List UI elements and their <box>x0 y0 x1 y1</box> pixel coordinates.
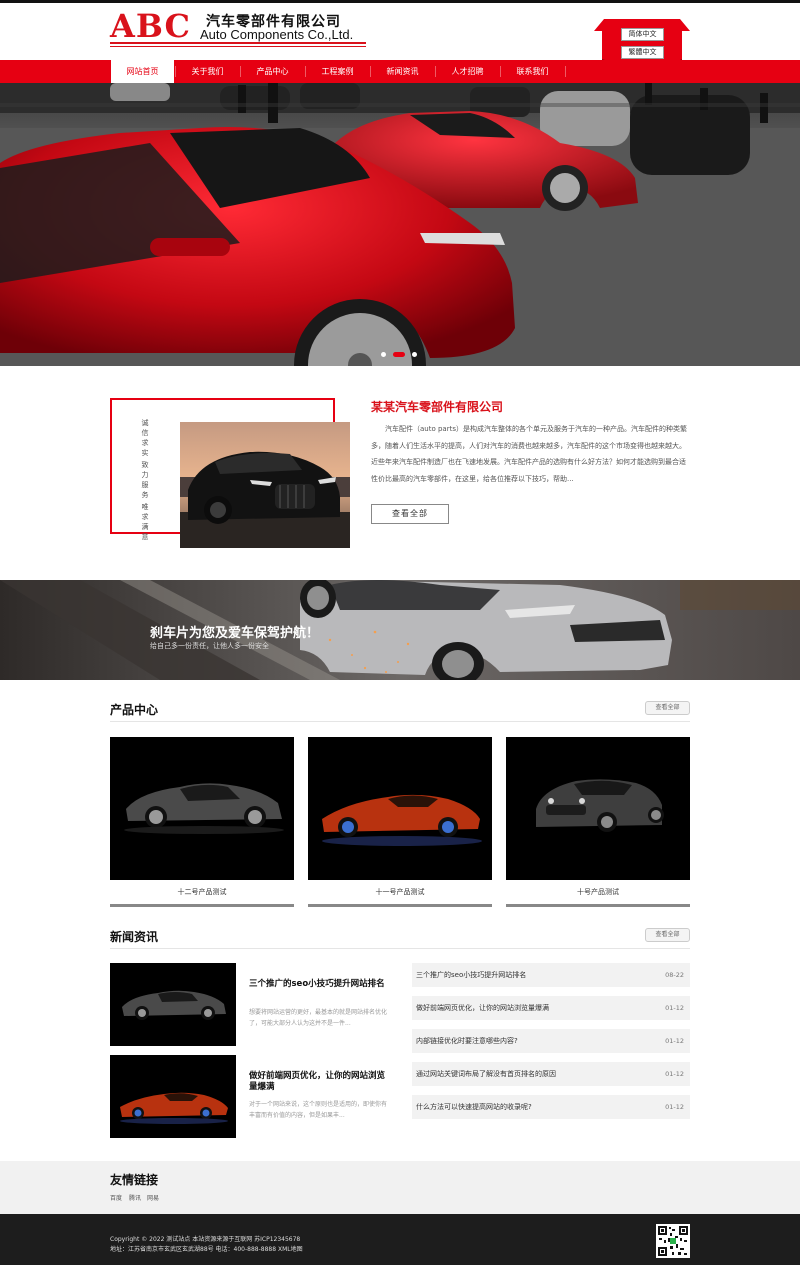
promo-banner[interactable]: 刹车片为您及爱车保驾护航！ 给自己多一份责任，让他人多一份安全 <box>0 580 800 680</box>
about-car-image <box>180 422 350 548</box>
news-list-item[interactable]: 什么方法可以快速提高网站的收录呢? 01-12 <box>412 1095 690 1119</box>
news-list-date: 01-12 <box>665 1004 684 1012</box>
about-slogan-1: 诚信求实 <box>141 419 149 457</box>
carousel-dot[interactable] <box>381 352 386 357</box>
about-company-title: 某某汽车零部件有限公司 <box>371 400 504 414</box>
about-view-all-button[interactable]: 查看全部 <box>371 504 449 524</box>
promo-subtitle: 给自己多一份责任，让他人多一份安全 <box>150 642 269 650</box>
header: ABC 汽车零部件有限公司 Auto Components Co.,Ltd. 简… <box>0 3 800 65</box>
product-card[interactable]: 十一号产品测试 <box>308 737 492 907</box>
friend-links-section: 友情链接 百度 腾讯 网易 <box>0 1161 800 1214</box>
promo-tesla-image <box>0 580 800 680</box>
about-section: 诚信求实 致力服务 唯求满意 某某汽车零部件有限公司 汽车配件（auto par… <box>0 366 800 580</box>
product-name: 十号产品测试 <box>577 888 619 896</box>
nav-item-contact[interactable]: 联系我们 <box>501 60 564 83</box>
friend-links-title: 友情链接 <box>110 1173 159 1187</box>
news-list-date: 01-12 <box>665 1103 684 1111</box>
carousel-dot-active[interactable] <box>393 352 405 357</box>
news-list-item[interactable]: 三个推广的seo小技巧提升网站排名 08-22 <box>412 963 690 987</box>
product-name: 十二号产品测试 <box>177 888 227 896</box>
section-divider <box>110 721 690 722</box>
news-section-title: 新闻资讯 <box>110 930 159 944</box>
product-image <box>506 737 690 880</box>
lang-traditional-button[interactable]: 繁體中文 <box>621 46 664 59</box>
news-list-title[interactable]: 通过网站关键词布局了解没有首页排名的原因 <box>416 1062 556 1086</box>
news-list-title[interactable]: 什么方法可以快速提高网站的收录呢? <box>416 1095 532 1119</box>
news-list-date: 08-22 <box>665 971 684 979</box>
products-more-button[interactable]: 查看全部 <box>645 701 690 715</box>
qr-code-icon <box>656 1224 690 1258</box>
nav-item-news[interactable]: 新闻资讯 <box>371 60 434 83</box>
friend-link[interactable]: 腾讯 <box>129 1193 141 1202</box>
promo-title: 刹车片为您及爱车保驾护航！ <box>150 626 320 641</box>
banner-cars-image <box>0 83 800 366</box>
news-card[interactable]: 做好前端网页优化，让你的网站浏览量爆满 对于一个网站来说，这个原则也是适用的，即… <box>110 1055 390 1138</box>
news-card-desc: 对于一个网站来说，这个原则也是适用的，即使你有丰富而有价值的内容，但是如果丰..… <box>249 1101 388 1119</box>
logo-underline-thin <box>110 46 366 47</box>
nav-item-products[interactable]: 产品中心 <box>241 60 304 83</box>
product-name: 十一号产品测试 <box>375 888 425 896</box>
product-card[interactable]: 十号产品测试 <box>506 737 690 907</box>
news-card-image <box>110 963 236 1046</box>
about-slogan-3: 唯求满意 <box>141 503 149 541</box>
news-list-title[interactable]: 三个推广的seo小技巧提升网站排名 <box>416 963 526 987</box>
carousel-dots <box>0 352 800 358</box>
about-description: 汽车配件（auto parts）是构成汽车整体的各个单元及服务于汽车的一种产品。… <box>371 425 687 483</box>
logo-company-en: Auto Components Co.,Ltd. <box>200 27 354 42</box>
news-card-title[interactable]: 三个推广的seo小技巧提升网站排名 <box>249 979 389 990</box>
product-image <box>110 737 294 880</box>
footer: Copyright © 2022 测试站点 本站资源来源于互联网 苏ICP123… <box>0 1214 800 1265</box>
nav-separator <box>565 66 566 77</box>
product-underline <box>308 904 492 907</box>
friend-link[interactable]: 百度 <box>110 1193 122 1202</box>
news-list-date: 01-12 <box>665 1070 684 1078</box>
news-more-button[interactable]: 查看全部 <box>645 928 690 942</box>
news-list-date: 01-12 <box>665 1037 684 1045</box>
products-section-title: 产品中心 <box>110 703 159 717</box>
news-list-item[interactable]: 通过网站关键词布局了解没有首页排名的原因 01-12 <box>412 1062 690 1086</box>
main-nav: 网站首页 关于我们 产品中心 工程案例 新闻资讯 人才招聘 联系我们 <box>0 60 800 83</box>
news-card-image <box>110 1055 236 1138</box>
news-list-title[interactable]: 做好前端网页优化，让你的网站浏览量爆满 <box>416 996 549 1020</box>
nav-item-home[interactable]: 网站首页 <box>111 60 174 83</box>
carousel-dot[interactable] <box>412 352 417 357</box>
news-card-desc: 想要将网站运营的更好，最基本的就是网站排名优化了，可能大部分人认为这并不是一件.… <box>249 1009 388 1027</box>
product-underline <box>110 904 294 907</box>
product-card[interactable]: 十二号产品测试 <box>110 737 294 907</box>
product-underline <box>506 904 690 907</box>
logo-underline <box>110 42 366 44</box>
news-list-item[interactable]: 做好前端网页优化，让你的网站浏览量爆满 01-12 <box>412 996 690 1020</box>
news-card-title[interactable]: 做好前端网页优化，让你的网站浏览量爆满 <box>249 1071 389 1093</box>
product-image <box>308 737 492 880</box>
news-list-title[interactable]: 内部链接优化时要注意哪些内容? <box>416 1029 518 1053</box>
lang-simplified-button[interactable]: 简体中文 <box>621 28 664 41</box>
section-divider <box>110 948 690 949</box>
logo-abc-text: ABC <box>110 7 191 45</box>
nav-item-about[interactable]: 关于我们 <box>176 60 239 83</box>
logo[interactable]: ABC 汽车零部件有限公司 Auto Components Co.,Ltd. <box>110 7 370 53</box>
nav-item-jobs[interactable]: 人才招聘 <box>436 60 499 83</box>
news-card[interactable]: 三个推广的seo小技巧提升网站排名 想要将网站运营的更好，最基本的就是网站排名优… <box>110 963 390 1046</box>
friend-link[interactable]: 网易 <box>147 1193 159 1202</box>
nav-item-cases[interactable]: 工程案例 <box>306 60 369 83</box>
footer-address: 地址：江苏省南京市玄武区玄武湖88号 电话：400-888-8888 XML地图 <box>110 1246 303 1253</box>
footer-copyright: Copyright © 2022 测试站点 本站资源来源于互联网 苏ICP123… <box>110 1236 301 1243</box>
about-slogan-2: 致力服务 <box>141 461 149 499</box>
hero-banner[interactable] <box>0 83 800 366</box>
news-list-item[interactable]: 内部链接优化时要注意哪些内容? 01-12 <box>412 1029 690 1053</box>
